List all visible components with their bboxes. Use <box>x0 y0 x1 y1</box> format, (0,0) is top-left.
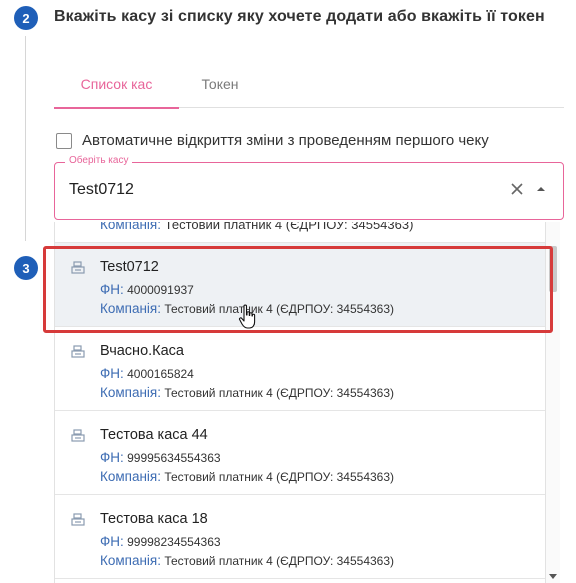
item-name: Тестова каса 18 <box>100 511 208 527</box>
item-fn: 4000091937 <box>127 283 194 297</box>
select-legend: Оберіть касу <box>65 155 133 166</box>
item-company: Тестовий платник 4 (ЄДРПОУ: 34554363) <box>164 302 395 316</box>
step-3-badge: 3 <box>14 256 38 280</box>
list-item-partial[interactable]: Компанія: Тестовий платник 4 (ЄДРПОУ: 34… <box>55 222 545 243</box>
cash-register-icon <box>71 513 85 526</box>
cash-register-dropdown: Компанія: Тестовий платник 4 (ЄДРПОУ: 34… <box>54 222 546 583</box>
scrollbar-thumb[interactable] <box>549 246 557 292</box>
scroll-down-arrow-icon[interactable] <box>548 573 558 581</box>
item-fn: 99998234554363 <box>127 535 221 549</box>
item-fn: 4000165824 <box>127 367 194 381</box>
auto-open-shift-checkbox[interactable] <box>56 132 72 149</box>
step-connector-line <box>25 36 26 241</box>
list-item-vchasno-kasa[interactable]: Вчасно.Каса ФН: 4000165824 Компанія: Тес… <box>55 327 545 411</box>
step-2-badge: 2 <box>14 6 38 30</box>
item-fn: 99995634554363 <box>127 451 221 465</box>
auto-open-shift-row[interactable]: Автоматичне відкриття зміни з проведення… <box>56 132 489 149</box>
select-value[interactable]: Test0712 <box>69 181 134 199</box>
list-item-testova-kasa-44[interactable]: Тестова каса 44 ФН: 99995634554363 Компа… <box>55 411 545 495</box>
list-item-test0712[interactable]: Test0712 ФН: 4000091937 Компанія: Тестов… <box>55 243 545 327</box>
auto-open-shift-label: Автоматичне відкриття зміни з проведення… <box>82 132 489 149</box>
item-company: Тестовий платник 4 (ЄДРПОУ: 34554363) <box>164 554 395 568</box>
item-company: Тестовий платник 4 (ЄДРПОУ: 34554363) <box>164 386 395 400</box>
tab-bar: Список кас Токен <box>54 60 564 109</box>
tab-token[interactable]: Токен <box>184 60 256 108</box>
item-name: Test0712 <box>100 259 159 275</box>
cash-register-icon <box>71 429 85 442</box>
cash-register-select[interactable]: Оберіть касу Test0712 <box>54 155 564 220</box>
dropdown-arrow-up-icon[interactable] <box>531 179 551 199</box>
clear-icon[interactable] <box>507 179 527 199</box>
cash-register-icon <box>71 261 85 274</box>
list-item-testova-kasa-18[interactable]: Тестова каса 18 ФН: 99998234554363 Компа… <box>55 495 545 579</box>
step-title: Вкажіть касу зі списку яку хочете додати… <box>54 8 545 25</box>
item-company: Тестовий платник 4 (ЄДРПОУ: 34554363) <box>164 470 395 484</box>
item-name: Вчасно.Каса <box>100 343 184 359</box>
item-name: Тестова каса 44 <box>100 427 208 443</box>
cash-register-icon <box>71 345 85 358</box>
tab-cash-list[interactable]: Список кас <box>54 60 179 109</box>
hand-pointer-cursor-icon <box>238 304 256 329</box>
dropdown-scrollbar[interactable] <box>546 222 560 583</box>
